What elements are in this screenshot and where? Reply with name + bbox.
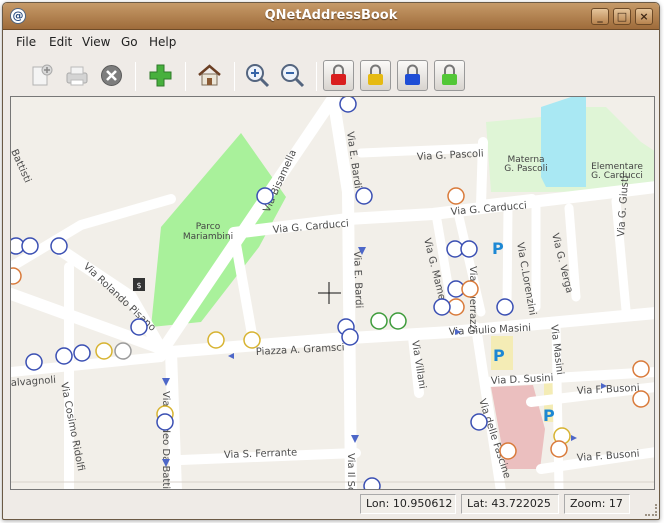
street-label: Via Guerrazzi xyxy=(467,266,478,332)
home-button[interactable] xyxy=(194,60,225,91)
home-icon xyxy=(198,64,221,86)
map-marker-blue[interactable] xyxy=(25,353,43,371)
map-marker-blue[interactable] xyxy=(339,97,357,113)
new-page-button[interactable] xyxy=(26,60,57,91)
menu-edit[interactable]: Edit xyxy=(49,35,72,49)
map-marker-orange[interactable] xyxy=(447,187,465,205)
map-marker-blue[interactable] xyxy=(363,477,381,490)
map-view[interactable]: Via Bisamella Battisti Via E. Bardi Via … xyxy=(10,96,655,490)
add-icon xyxy=(149,64,172,87)
yellow-lock-button[interactable] xyxy=(360,60,391,91)
lon-readout: Lon: 10.950612 xyxy=(360,494,456,514)
menu-help[interactable]: Help xyxy=(149,35,176,49)
map-marker-blue[interactable] xyxy=(496,298,514,316)
school-zone xyxy=(541,97,586,187)
materna-label: Materna G. Pascoli xyxy=(504,155,547,174)
menu-view[interactable]: View xyxy=(82,35,110,49)
yellow-lock-icon xyxy=(368,64,383,85)
red-lock-button[interactable] xyxy=(323,60,354,91)
menu-bar: File Edit View Go Help xyxy=(3,31,659,55)
map-marker-blue[interactable] xyxy=(470,413,488,431)
toolbar-separator xyxy=(316,62,317,91)
map-marker-blue[interactable] xyxy=(55,347,73,365)
map-marker-blue[interactable] xyxy=(341,328,359,346)
street-label: Via E. Bardi xyxy=(351,251,364,309)
map-marker-orange[interactable] xyxy=(632,360,650,378)
blue-lock-icon xyxy=(405,64,420,85)
map-marker-yellow[interactable] xyxy=(95,342,113,360)
toolbar xyxy=(3,56,659,95)
add-button[interactable] xyxy=(145,60,176,91)
toolbar-separator xyxy=(135,62,136,91)
map-marker-yellow[interactable] xyxy=(243,331,261,349)
map-marker-blue[interactable] xyxy=(460,240,478,258)
resize-grip[interactable] xyxy=(645,504,657,516)
elementare-label: Elementare G. Carducci xyxy=(591,162,643,181)
parking-label: P xyxy=(492,239,504,258)
map-marker-green[interactable] xyxy=(389,312,407,330)
status-bar: Lon: 10.950612 Lat: 43.722025 Zoom: 17 xyxy=(3,492,659,517)
menu-go[interactable]: Go xyxy=(121,35,138,49)
map-marker-yellow[interactable] xyxy=(207,331,225,349)
app-window: @ QNetAddressBook _ □ × File Edit View G… xyxy=(2,2,660,520)
zoom-readout: Zoom: 17 xyxy=(564,494,630,514)
map-marker-blue[interactable] xyxy=(156,413,174,431)
map-marker-blue[interactable] xyxy=(355,187,373,205)
map-marker-blue[interactable] xyxy=(433,298,451,316)
map-marker-orange[interactable] xyxy=(550,440,568,458)
close-button[interactable]: × xyxy=(635,8,653,25)
map-marker-orange[interactable] xyxy=(632,390,650,408)
map-marker-blue[interactable] xyxy=(21,237,39,255)
parking-label: P xyxy=(543,406,555,425)
print-icon xyxy=(66,66,88,86)
materna-label-line: G. Pascoli xyxy=(504,164,547,174)
zoom-out-button[interactable] xyxy=(277,60,308,91)
stop-button[interactable] xyxy=(96,60,127,91)
atm-symbol: $ xyxy=(136,281,141,290)
print-button[interactable] xyxy=(61,60,92,91)
map-marker-orange[interactable] xyxy=(499,442,517,460)
map-marker-blue[interactable] xyxy=(50,237,68,255)
green-lock-button[interactable] xyxy=(434,60,465,91)
toolbar-separator xyxy=(185,62,186,91)
map-canvas[interactable]: Via Bisamella Battisti Via E. Bardi Via … xyxy=(11,97,655,490)
map-marker-orange[interactable] xyxy=(11,267,22,285)
park-label-line: Parco xyxy=(196,222,221,232)
stop-icon xyxy=(101,65,122,86)
park-label-line: Mariambini xyxy=(183,232,233,242)
zoom-in-icon xyxy=(246,64,270,88)
map-marker-blue[interactable] xyxy=(130,318,148,336)
map-marker-blue[interactable] xyxy=(256,187,274,205)
window-title: QNetAddressBook xyxy=(264,8,398,23)
atm-icon: $ xyxy=(133,278,145,291)
new-page-icon xyxy=(32,64,53,86)
map-marker-gray[interactable] xyxy=(114,342,132,360)
menu-file[interactable]: File xyxy=(16,35,36,49)
green-lock-icon xyxy=(442,64,457,85)
toolbar-separator xyxy=(234,62,235,91)
lat-readout: Lat: 43.722025 xyxy=(461,494,559,514)
title-bar[interactable]: @ QNetAddressBook _ □ × xyxy=(3,3,659,30)
street-label: Via Il Sotto xyxy=(345,453,356,490)
zoom-out-icon xyxy=(281,64,305,88)
blue-lock-button[interactable] xyxy=(397,60,428,91)
map-marker-green[interactable] xyxy=(370,312,388,330)
parking-label: P xyxy=(493,346,505,365)
map-marker-orange[interactable] xyxy=(461,280,479,298)
minimize-button[interactable]: _ xyxy=(591,8,609,25)
red-lock-icon xyxy=(331,64,346,85)
elementare-label-line: G. Carducci xyxy=(591,171,643,181)
zoom-in-button[interactable] xyxy=(242,60,273,91)
maximize-button[interactable]: □ xyxy=(613,8,631,25)
map-marker-blue[interactable] xyxy=(73,344,91,362)
